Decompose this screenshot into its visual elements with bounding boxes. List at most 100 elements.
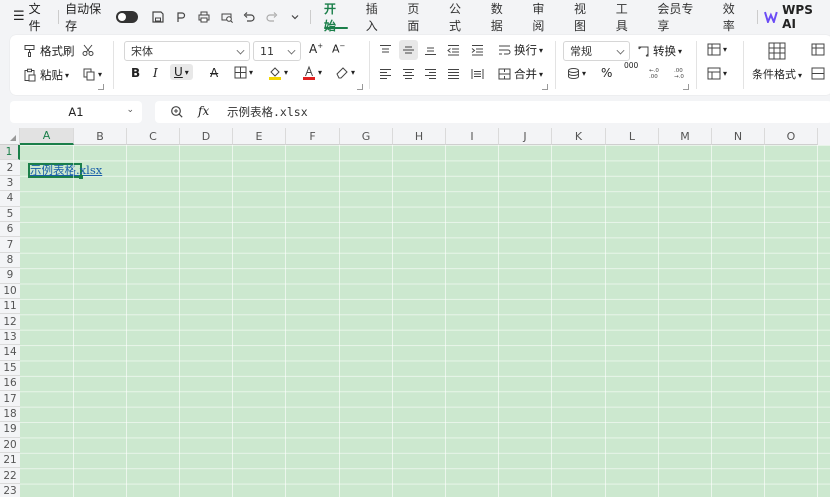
wrap-text-button[interactable]: 换行 ▾ — [498, 42, 543, 58]
row-header-3[interactable]: 3 — [0, 176, 20, 192]
decrease-font-button[interactable]: A− — [332, 42, 345, 56]
row-col-button[interactable]: ▾ — [707, 43, 727, 56]
column-header-h[interactable]: H — [393, 128, 446, 145]
cell-style-button[interactable] — [811, 67, 825, 80]
undo-icon[interactable] — [239, 6, 260, 27]
decrease-decimal-button[interactable]: .00 →.0 — [673, 66, 687, 79]
font-size-select[interactable]: 11 — [253, 41, 301, 61]
row-header-9[interactable]: 9 — [0, 268, 20, 284]
expand-icon[interactable] — [542, 84, 548, 90]
redo-icon[interactable] — [262, 6, 283, 27]
row-header-1[interactable]: 1 — [0, 145, 20, 161]
expand-icon[interactable] — [98, 84, 104, 90]
row-header-17[interactable]: 17 — [0, 391, 20, 407]
convert-button[interactable]: 转换 ▾ — [637, 43, 682, 59]
column-header-o[interactable]: O — [765, 128, 818, 145]
row-header-6[interactable]: 6 — [0, 222, 20, 238]
align-top-button[interactable] — [379, 44, 392, 56]
percent-button[interactable]: % — [601, 66, 612, 80]
row-header-19[interactable]: 19 — [0, 422, 20, 438]
row-header-15[interactable]: 15 — [0, 361, 20, 376]
row-header-16[interactable]: 16 — [0, 376, 20, 392]
expand-icon[interactable] — [683, 84, 689, 90]
distribute-button[interactable] — [471, 68, 484, 80]
print-preview-icon[interactable] — [216, 6, 237, 27]
file-menu[interactable]: ☰ 文件 — [13, 0, 52, 33]
clear-button[interactable]: ▾ — [335, 66, 355, 79]
tab-data[interactable]: 数据 — [482, 0, 524, 33]
share-icon[interactable] — [171, 6, 192, 27]
row-header-21[interactable]: 21 — [0, 453, 20, 469]
copy-button[interactable]: ▾ — [82, 67, 102, 81]
formula-input[interactable]: fx 示例表格.xlsx — [155, 101, 830, 123]
column-header-c[interactable]: C — [127, 128, 180, 145]
border-button[interactable]: ▾ — [234, 66, 253, 79]
row-header-14[interactable]: 14 — [0, 345, 20, 361]
save-icon[interactable] — [148, 6, 169, 27]
align-left-button[interactable] — [379, 68, 392, 80]
format-painter-button[interactable]: 格式刷 — [23, 43, 75, 59]
font-color-button[interactable]: ▾ — [302, 65, 322, 80]
tab-tools[interactable]: 工具 — [607, 0, 649, 33]
tab-efficiency[interactable]: 效率 — [714, 0, 756, 33]
number-format-select[interactable]: 常规 — [563, 41, 630, 61]
align-middle-button[interactable] — [399, 40, 418, 60]
row-header-12[interactable]: 12 — [0, 314, 20, 330]
column-header-e[interactable]: E — [233, 128, 286, 145]
table-style-button[interactable] — [811, 43, 825, 56]
tab-formula[interactable]: 公式 — [440, 0, 482, 33]
row-header-7[interactable]: 7 — [0, 237, 20, 253]
row-header-2[interactable]: 2 — [0, 160, 20, 176]
column-header-b[interactable]: B — [74, 128, 127, 145]
italic-button[interactable]: I — [153, 66, 158, 80]
strikethrough-button[interactable]: A — [210, 66, 218, 80]
column-header-n[interactable]: N — [712, 128, 765, 145]
row-header-8[interactable]: 8 — [0, 253, 20, 269]
row-header-10[interactable]: 10 — [0, 284, 20, 299]
decrease-indent-button[interactable] — [447, 44, 460, 56]
column-header-j[interactable]: J — [499, 128, 552, 145]
row-header-23[interactable]: 23 — [0, 484, 20, 497]
cut-button[interactable] — [81, 43, 95, 57]
row-header-5[interactable]: 5 — [0, 207, 20, 222]
column-header-l[interactable]: L — [606, 128, 659, 145]
increase-font-button[interactable]: A+ — [309, 42, 323, 56]
fill-color-button[interactable]: ▾ — [268, 65, 288, 80]
underline-button[interactable]: U ▾ — [170, 64, 193, 80]
row-header-22[interactable]: 22 — [0, 468, 20, 484]
font-name-select[interactable]: 宋体 — [124, 41, 250, 61]
justify-button[interactable] — [447, 68, 460, 80]
tab-insert[interactable]: 插入 — [357, 0, 399, 33]
name-box[interactable]: A1 ⌄ — [10, 101, 142, 123]
expand-icon[interactable] — [357, 84, 363, 90]
chevron-down-icon[interactable] — [284, 6, 305, 27]
tab-review[interactable]: 审阅 — [523, 0, 565, 33]
conditional-format-button[interactable]: 条件格式 ▾ — [752, 41, 802, 82]
tab-view[interactable]: 视图 — [565, 0, 607, 33]
row-header-18[interactable]: 18 — [0, 407, 20, 423]
row-header-13[interactable]: 13 — [0, 330, 20, 346]
tab-member[interactable]: 会员专享 — [648, 0, 713, 33]
row-header-4[interactable]: 4 — [0, 191, 20, 207]
increase-decimal-button[interactable]: ←.0.00 — [648, 66, 662, 79]
print-icon[interactable] — [194, 6, 215, 27]
align-right-button[interactable] — [424, 68, 437, 80]
column-header-d[interactable]: D — [180, 128, 233, 145]
align-bottom-button[interactable] — [424, 44, 437, 56]
bold-button[interactable]: B — [131, 66, 140, 80]
tab-page[interactable]: 页面 — [398, 0, 440, 33]
column-header-i[interactable]: I — [446, 128, 499, 145]
merge-button[interactable]: 合并 ▾ — [498, 66, 543, 82]
paste-button[interactable]: 粘贴 ▾ — [23, 67, 69, 83]
cells-area[interactable]: 示例表格.xlsx — [20, 145, 830, 497]
column-header-f[interactable]: F — [286, 128, 340, 145]
currency-button[interactable]: ▾ — [567, 67, 586, 80]
worksheet-button[interactable]: ▾ — [707, 67, 727, 80]
fill-handle[interactable] — [79, 175, 83, 179]
select-all-corner[interactable] — [0, 128, 20, 145]
thousands-button[interactable]: 000 — [624, 62, 638, 72]
increase-indent-button[interactable] — [471, 44, 484, 56]
wps-ai-button[interactable]: WPS AI — [764, 0, 830, 33]
zoom-icon[interactable] — [170, 105, 184, 119]
row-header-20[interactable]: 20 — [0, 438, 20, 453]
